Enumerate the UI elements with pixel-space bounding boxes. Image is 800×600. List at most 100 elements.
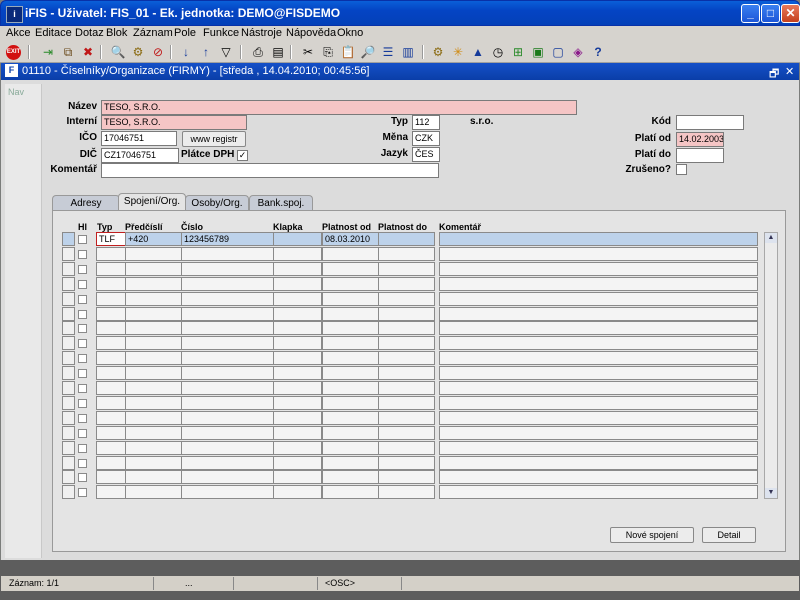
tab-osoby[interactable]: Osoby/Org. (185, 195, 249, 211)
close-button[interactable]: ✕ (781, 4, 800, 23)
cell-platnost-od[interactable] (322, 321, 379, 336)
cell-platnost-do[interactable] (378, 410, 435, 425)
cell-typ[interactable] (96, 306, 126, 321)
cell-platnost-od[interactable] (322, 440, 379, 455)
cell-platnost-od[interactable] (322, 425, 379, 440)
hl-checkbox[interactable] (78, 324, 87, 334)
hl-checkbox[interactable] (78, 458, 87, 468)
www-registr-button[interactable]: www registr (182, 131, 246, 147)
paste-icon[interactable]: 📋 (340, 44, 356, 60)
info-icon[interactable]: ◈ (570, 44, 586, 60)
hl-checkbox[interactable] (78, 443, 87, 453)
cell-platnost-od[interactable] (322, 246, 379, 261)
cell-platnost-od[interactable] (322, 381, 379, 395)
cell-klapka[interactable] (273, 366, 322, 381)
cell-platnost-do[interactable] (378, 366, 435, 381)
cell-platnost-do[interactable] (378, 425, 435, 440)
cell-klapka[interactable] (273, 351, 322, 366)
row-selector[interactable] (62, 470, 75, 485)
komentar-field[interactable] (101, 163, 439, 178)
cell-komentar[interactable] (439, 470, 758, 485)
cell-cislo[interactable] (181, 381, 274, 395)
cell-platnost-do[interactable] (378, 261, 435, 276)
cell-komentar[interactable] (439, 410, 758, 425)
cell-komentar[interactable] (439, 306, 758, 321)
cell-predcisli[interactable] (125, 410, 182, 425)
cell-typ[interactable] (96, 470, 126, 485)
cell-cislo[interactable] (181, 366, 274, 381)
cell-klapka[interactable] (273, 395, 322, 410)
menu-funkce[interactable]: Funkce (203, 27, 239, 39)
cell-predcisli[interactable] (125, 440, 182, 455)
menu-blok[interactable]: Blok (106, 27, 127, 39)
hl-checkbox[interactable] (78, 235, 87, 244)
scroll-up-icon[interactable]: ▲ (765, 233, 777, 243)
dic-field[interactable]: CZ17046751 (101, 148, 179, 163)
cell-cislo[interactable]: 123456789 (181, 232, 274, 246)
hl-checkbox[interactable] (78, 473, 87, 483)
cell-platnost-od[interactable]: 08.03.2010 (322, 232, 379, 246)
row-selector[interactable] (62, 410, 75, 425)
hl-checkbox[interactable] (78, 249, 87, 259)
cell-platnost-do[interactable] (378, 291, 435, 306)
cell-typ[interactable] (96, 455, 126, 470)
star-icon[interactable]: ✳ (450, 44, 466, 60)
menu-napoveda[interactable]: Nápověda (286, 27, 336, 39)
cell-cislo[interactable] (181, 351, 274, 366)
hl-checkbox[interactable] (78, 309, 87, 319)
hl-checkbox[interactable] (78, 428, 87, 438)
cell-predcisli[interactable] (125, 351, 182, 366)
execute-query-icon[interactable]: ⚙ (130, 44, 146, 60)
form-close-icon[interactable]: ✕ (785, 65, 794, 78)
cell-komentar[interactable] (439, 440, 758, 455)
platce-dph-checkbox[interactable]: ✓ (237, 150, 248, 161)
cut-icon[interactable]: ✂ (300, 44, 316, 60)
mena-field[interactable]: CZK (412, 131, 440, 146)
cell-klapka[interactable] (273, 455, 322, 470)
cell-typ[interactable] (96, 246, 126, 261)
detail-button[interactable]: Detail (702, 527, 756, 543)
cell-komentar[interactable] (439, 366, 758, 381)
cell-klapka[interactable] (273, 306, 322, 321)
cell-klapka[interactable] (273, 410, 322, 425)
hl-checkbox[interactable] (78, 413, 87, 423)
cell-platnost-od[interactable] (322, 485, 379, 500)
jazyk-field[interactable]: ČES (412, 147, 440, 162)
cell-predcisli[interactable] (125, 336, 182, 351)
cell-platnost-do[interactable] (378, 232, 435, 246)
cell-predcisli[interactable] (125, 381, 182, 395)
menu-editace[interactable]: Editace (35, 27, 72, 39)
tab-adresy[interactable]: Adresy (52, 195, 120, 211)
cell-typ[interactable] (96, 410, 126, 425)
list-icon[interactable]: ☰ (380, 44, 396, 60)
cell-typ[interactable] (96, 351, 126, 366)
cell-predcisli[interactable]: +420 (125, 232, 182, 246)
cell-cislo[interactable] (181, 440, 274, 455)
filter-icon[interactable]: ▽ (218, 44, 234, 60)
hl-checkbox[interactable] (78, 354, 87, 364)
cell-typ[interactable] (96, 261, 126, 276)
menu-okno[interactable]: Okno (337, 27, 363, 39)
nove-spojeni-button[interactable]: Nové spojení (610, 527, 694, 543)
cell-komentar[interactable] (439, 276, 758, 291)
cell-cislo[interactable] (181, 336, 274, 351)
grid-scrollbar[interactable]: ▲ ▼ (764, 232, 778, 499)
exit-icon[interactable]: EXIT (6, 45, 21, 60)
row-selector[interactable] (62, 366, 75, 381)
sort-desc-icon[interactable]: ↑ (198, 44, 214, 60)
columns-icon[interactable]: ▥ (400, 44, 416, 60)
cell-cislo[interactable] (181, 291, 274, 306)
cell-cislo[interactable] (181, 425, 274, 440)
help-icon[interactable]: ? (590, 44, 606, 60)
cell-platnost-do[interactable] (378, 395, 435, 410)
minimize-button[interactable]: _ (741, 4, 760, 23)
cell-platnost-od[interactable] (322, 261, 379, 276)
typ-field[interactable]: 112 (412, 115, 440, 130)
cell-platnost-od[interactable] (322, 395, 379, 410)
cell-cislo[interactable] (181, 321, 274, 336)
cell-platnost-do[interactable] (378, 321, 435, 336)
cell-platnost-od[interactable] (322, 410, 379, 425)
cell-predcisli[interactable] (125, 395, 182, 410)
cell-cislo[interactable] (181, 485, 274, 500)
hl-checkbox[interactable] (78, 398, 87, 408)
